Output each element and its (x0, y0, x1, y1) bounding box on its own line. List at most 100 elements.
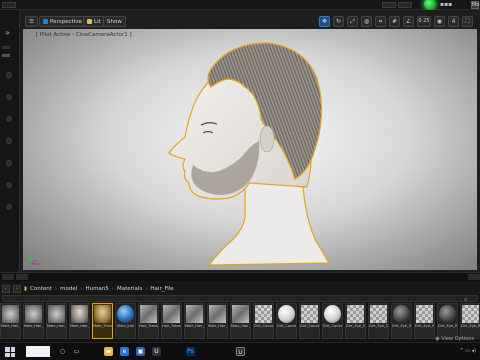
panel-dot[interactable] (6, 182, 12, 188)
asset-tile[interactable]: Dirt_Conve_LENTS (276, 303, 297, 339)
perspective-button[interactable]: Perspective (39, 16, 86, 27)
viewport-menu-button[interactable]: ☰ (25, 16, 38, 27)
breadcrumb-separator: › (54, 285, 58, 292)
asset-tile[interactable]: Hair_Transparency (138, 303, 159, 339)
asset-thumbnail (48, 305, 65, 323)
asset-tile[interactable]: Male_Hair_ (23, 303, 44, 339)
show-button[interactable]: Show (103, 16, 126, 27)
camera-speed-icon[interactable]: ◉ (434, 16, 445, 27)
photos-icon[interactable]: ▣ (136, 347, 145, 356)
file-explorer-icon[interactable]: ▬ (104, 347, 113, 356)
breadcrumb-item[interactable]: Hair_File (150, 286, 173, 292)
expand-icon[interactable]: » (5, 28, 10, 37)
asset-tile[interactable]: Male_Hair_ (0, 303, 21, 339)
panel-dot[interactable] (6, 116, 12, 122)
asset-tile[interactable]: Hair_Transparency (161, 303, 182, 339)
forward-icon[interactable]: › (13, 284, 21, 293)
asset-thumbnail (186, 305, 203, 323)
mode-label[interactable]: Mo (471, 1, 479, 9)
cb-tab[interactable] (16, 274, 28, 280)
asset-thumbnail (209, 305, 226, 323)
asset-tile[interactable]: Male_Hair_Basic (184, 303, 205, 339)
unreal-icon-2[interactable]: U (236, 347, 245, 356)
viewport-canvas[interactable]: [ Pilot Active - CineCameraActor1 ] (23, 29, 477, 270)
move-tool-icon[interactable]: ✥ (319, 16, 330, 27)
scale-tool-icon[interactable]: ⤢ (347, 16, 358, 27)
breadcrumb-item[interactable]: Human5 (85, 286, 108, 292)
breadcrumb-item[interactable]: Materials (117, 286, 142, 292)
asset-label: Dirt_Eye_Wetness (392, 324, 411, 328)
panel-dot[interactable] (6, 160, 12, 166)
photoshop-icon[interactable]: Ps (186, 347, 195, 356)
angle-snap-icon[interactable]: ∠ (403, 16, 414, 27)
back-icon[interactable]: ‹ (2, 284, 10, 293)
snap-value[interactable]: 0.25 (417, 16, 431, 27)
asset-label: Male_Hair_Transparency (208, 324, 227, 328)
asset-tile[interactable]: Dirt_Eye_Ringmask (437, 303, 458, 339)
asset-tile[interactable]: Dirt_Eye_Dirt_Inst (368, 303, 389, 339)
asset-thumbnail (2, 305, 19, 323)
unreal-icon[interactable]: U (152, 347, 161, 356)
tab-right[interactable] (382, 2, 396, 8)
asset-tile[interactable]: Male_Hair_Transparency (207, 303, 228, 339)
start-icon[interactable] (5, 347, 15, 357)
asset-tile[interactable]: Male_Inst (115, 303, 136, 339)
breadcrumb-separator: › (80, 285, 83, 292)
asset-thumbnail (278, 305, 295, 323)
breadcrumb: ‹ › ▮ Content › model › Human5 › Materia… (2, 284, 174, 293)
grid-snap-icon[interactable]: # (389, 16, 400, 27)
asset-label: Dirt_Eye_Dirt_Inst (369, 324, 388, 328)
tab-right-2[interactable] (398, 2, 412, 8)
asset-tile[interactable]: Dirt_Eye_Wetness (391, 303, 412, 339)
system-tray[interactable]: ^ ▭ ◂) (459, 348, 476, 354)
world-icon[interactable]: ◍ (361, 16, 372, 27)
asset-thumbnail (255, 305, 272, 323)
breadcrumb-item[interactable]: model (60, 286, 77, 292)
asset-tile[interactable]: Dirt_Eye_Ringmask (460, 303, 480, 339)
taskbar-search[interactable] (26, 346, 50, 357)
maximize-icon[interactable]: ⛶ (462, 16, 473, 27)
asset-tile[interactable]: Dirt_Eye_Dirt (345, 303, 366, 339)
panel-dot[interactable] (6, 94, 12, 100)
asset-tile[interactable]: Male_Hair_Transparency (69, 303, 90, 339)
panel-dot[interactable] (6, 138, 12, 144)
head-preview (168, 42, 331, 266)
cb-tab[interactable] (2, 274, 14, 280)
panel-dot[interactable] (6, 72, 12, 78)
asset-grid: Male_Hair_ Male_Hair_ Male_Hair_Transparen… (0, 303, 480, 339)
asset-tile[interactable]: Male_Transparency_Inst (92, 303, 113, 339)
panel-dot[interactable] (6, 204, 12, 210)
taskbar: ○ ▭ ▬ e ▣ U Ps U ^ ▭ ◂) (0, 342, 480, 360)
search-icon[interactable]: ○ (58, 347, 67, 356)
asset-tile[interactable]: Dirt_Conve_Dirt (253, 303, 274, 339)
asset-tile[interactable]: Male_Hair_Transparency (230, 303, 251, 339)
asset-tile[interactable]: Dirt_Eye_Wetness_Inst (414, 303, 435, 339)
cb-tab[interactable] (468, 274, 480, 280)
top-title-strip: ▪▪▪ Mo (0, 0, 480, 10)
viewport-toolbar: ☰ Perspective Lit Show ✥ ↻ ⤢ ◍ ⌗ # ∠ 0.2… (23, 16, 477, 28)
breadcrumb-item[interactable]: Content (30, 286, 52, 292)
edge-icon[interactable]: e (120, 347, 129, 356)
asset-tile[interactable]: Dirt_Conve_LENTS_Inst (322, 303, 343, 339)
viewport-tools: ✥ ↻ ⤢ ◍ ⌗ # ∠ 0.25 ◉ 4 ⛶ (319, 16, 473, 27)
surface-snap-icon[interactable]: ⌗ (375, 16, 386, 27)
task-view-icon[interactable]: ▭ (72, 347, 81, 356)
asset-tile[interactable]: Dirt_Conve_Dirt (299, 303, 320, 339)
top-indicator: ▪▪▪ (440, 1, 453, 8)
folder-icon: ▮ (24, 285, 28, 292)
tab-left[interactable] (2, 2, 16, 8)
asset-thumbnail (416, 305, 433, 323)
filter-bar[interactable]: ⌕ (2, 295, 478, 303)
camera-speed-value[interactable]: 4 (448, 16, 459, 27)
content-browser: ‹ › ▮ Content › model › Human5 › Materia… (0, 272, 480, 343)
asset-label: Dirt_Conve_Dirt (300, 324, 319, 328)
asset-tile[interactable]: Male_Hair_Transparency (46, 303, 67, 339)
asset-label: Hair_Transparency (139, 324, 158, 328)
lit-icon (87, 19, 92, 24)
panel-tick (2, 54, 10, 57)
asset-label: Male_Hair_Transparency (231, 324, 250, 328)
rotate-tool-icon[interactable]: ↻ (333, 16, 344, 27)
play-icon[interactable] (424, 0, 436, 10)
lit-button[interactable]: Lit (83, 16, 105, 27)
asset-label: Male_Hair_Transparency (70, 324, 89, 328)
